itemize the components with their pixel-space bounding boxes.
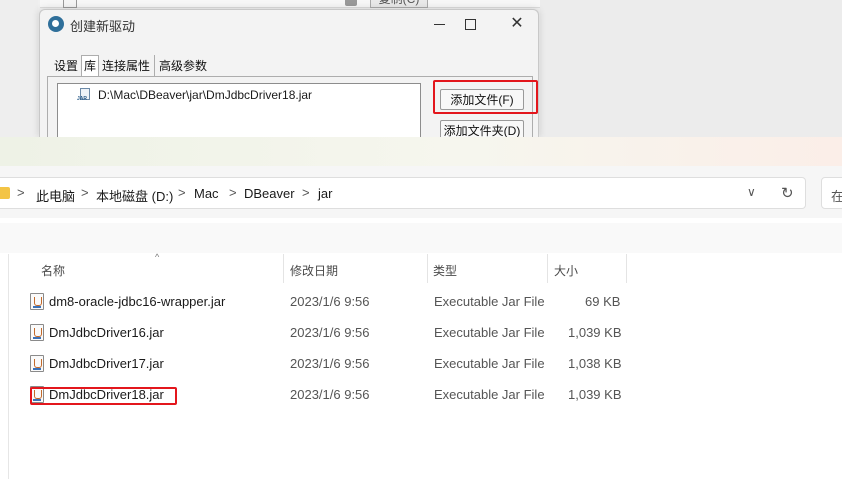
address-bar[interactable]: > 此电脑 > 本地磁盘 (D:) > Mac > DBeaver > jar …: [0, 177, 806, 209]
column-header-modified[interactable]: 修改日期: [290, 262, 338, 279]
file-size: 69 KB: [585, 294, 621, 309]
breadcrumb-this-pc[interactable]: 此电脑: [36, 186, 75, 205]
minimize-icon[interactable]: [424, 13, 454, 35]
jar-file-icon: [30, 355, 44, 372]
file-name: dm8-oracle-jdbc16-wrapper.jar: [49, 294, 226, 309]
tab-libraries[interactable]: 库: [81, 55, 100, 76]
file-type: Executable Jar File: [434, 294, 545, 309]
column-divider[interactable]: [547, 254, 548, 283]
dialog-title: 创建新驱动: [70, 19, 136, 34]
column-header-type[interactable]: 类型: [433, 262, 457, 279]
background-left-panel: [0, 0, 38, 138]
dialog-tabs: 设置 库 连接属性 高级参数: [51, 55, 210, 76]
tab-advanced-parameters[interactable]: 高级参数: [156, 55, 210, 76]
background-control: [345, 0, 357, 6]
file-modified: 2023/1/6 9:56: [290, 356, 370, 371]
file-modified: 2023/1/6 9:56: [290, 294, 370, 309]
chevron-down-icon[interactable]: ∨: [747, 185, 756, 199]
file-type: Executable Jar File: [434, 387, 545, 402]
jar-file-icon: [77, 88, 90, 102]
column-header-size[interactable]: 大小: [554, 262, 578, 279]
breadcrumb-local-disk[interactable]: 本地磁盘 (D:): [96, 186, 173, 205]
file-name: DmJdbcDriver17.jar: [49, 356, 164, 371]
library-file-item[interactable]: D:\Mac\DBeaver\jar\DmJdbcDriver18.jar: [77, 88, 313, 102]
tab-connection-properties[interactable]: 连接属性: [99, 55, 153, 76]
tab-divider: [154, 55, 156, 76]
file-type: Executable Jar File: [434, 325, 545, 340]
library-panel: D:\Mac\DBeaver\jar\DmJdbcDriver18.jar 添加…: [47, 76, 538, 137]
folder-icon: [0, 187, 10, 199]
file-row[interactable]: DmJdbcDriver16.jar 2023/1/6 9:56 Executa…: [9, 317, 629, 348]
search-input[interactable]: 在: [821, 177, 842, 209]
search-placeholder: 在: [831, 189, 842, 204]
highlighted-file-box: [30, 387, 177, 405]
jar-file-icon: [30, 324, 44, 341]
file-name: DmJdbcDriver16.jar: [49, 325, 164, 340]
jar-file-icon: [30, 293, 44, 310]
background-copy-button[interactable]: 复制(C): [370, 0, 428, 8]
library-file-list[interactable]: D:\Mac\DBeaver\jar\DmJdbcDriver18.jar: [57, 83, 421, 137]
file-size: 1,038 KB: [568, 356, 622, 371]
file-row[interactable]: DmJdbcDriver17.jar 2023/1/6 9:56 Executa…: [9, 348, 629, 379]
address-area: > 此电脑 > 本地磁盘 (D:) > Mac > DBeaver > jar …: [0, 166, 842, 218]
column-header-row: 名称 ^ 修改日期 类型 大小: [9, 252, 629, 283]
command-bar: [0, 223, 842, 253]
breadcrumb-dbeaver[interactable]: DBeaver: [244, 186, 295, 201]
chevron-right-icon[interactable]: >: [17, 185, 25, 200]
close-icon[interactable]: ✕: [502, 13, 532, 35]
file-type: Executable Jar File: [434, 356, 545, 371]
create-driver-dialog: 创建新驱动 ✕ 设置 库 连接属性 高级参数 D:\Mac\DBeaver\ja…: [39, 9, 539, 137]
file-explorer-window: > 此电脑 > 本地磁盘 (D:) > Mac > DBeaver > jar …: [0, 137, 842, 479]
chevron-right-icon[interactable]: >: [229, 185, 237, 200]
background-right-panel: [540, 0, 842, 138]
file-row[interactable]: dm8-oracle-jdbc16-wrapper.jar 2023/1/6 9…: [9, 286, 629, 317]
chevron-right-icon[interactable]: >: [178, 185, 186, 200]
file-modified: 2023/1/6 9:56: [290, 325, 370, 340]
file-size: 1,039 KB: [568, 387, 622, 402]
dialog-titlebar[interactable]: 创建新驱动 ✕: [40, 10, 538, 38]
add-folder-button[interactable]: 添加文件夹(D): [440, 120, 524, 137]
chevron-right-icon[interactable]: >: [302, 185, 310, 200]
file-list-view: 名称 ^ 修改日期 类型 大小 dm8-oracle-jdbc16-wrappe…: [8, 252, 842, 479]
column-divider[interactable]: [427, 254, 428, 283]
tab-settings[interactable]: 设置: [51, 55, 81, 76]
sort-ascending-icon: ^: [155, 252, 160, 262]
add-file-highlight-box: [433, 80, 538, 114]
breadcrumb-mac[interactable]: Mac: [194, 186, 219, 201]
breadcrumb-jar[interactable]: jar: [318, 186, 332, 201]
column-divider[interactable]: [283, 254, 284, 283]
background-checkbox: [63, 0, 77, 8]
maximize-icon[interactable]: [455, 13, 485, 35]
chevron-right-icon[interactable]: >: [81, 185, 89, 200]
dbeaver-app-icon: [48, 16, 64, 32]
column-divider[interactable]: [626, 254, 627, 283]
column-header-name[interactable]: 名称: [41, 262, 65, 279]
refresh-icon[interactable]: ↻: [781, 184, 794, 202]
library-file-path: D:\Mac\DBeaver\jar\DmJdbcDriver18.jar: [98, 88, 313, 102]
background-toolbar: [40, 0, 540, 8]
explorer-tab-strip: [0, 137, 842, 166]
file-modified: 2023/1/6 9:56: [290, 387, 370, 402]
file-size: 1,039 KB: [568, 325, 622, 340]
